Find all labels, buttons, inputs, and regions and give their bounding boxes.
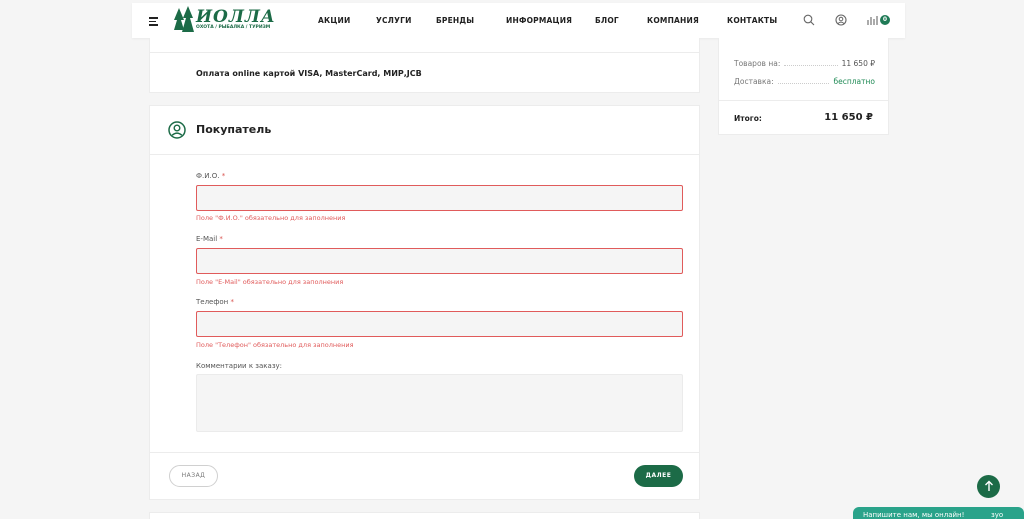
online-chat-widget[interactable]: Напишите нам, мы онлайн! зуо (853, 507, 1024, 519)
menu-icon[interactable] (149, 17, 158, 28)
back-button[interactable]: НАЗАД (169, 465, 218, 487)
divider (150, 452, 699, 453)
chat-extra-text: зуо (991, 511, 1004, 519)
user-icon[interactable] (835, 14, 847, 26)
email-label: E-Mail * (196, 235, 223, 243)
chat-text: Напишите нам, мы онлайн! (863, 511, 965, 519)
tree-icon (174, 6, 194, 32)
buyer-form-card: Покупатель Ф.И.О. * Поле "Ф.И.О." обязат… (149, 105, 700, 500)
fio-input[interactable] (196, 185, 683, 211)
search-icon[interactable] (803, 14, 815, 26)
phone-label: Телефон * (196, 298, 234, 306)
arrow-up-icon (984, 480, 993, 491)
compare-icon[interactable] (866, 14, 878, 26)
section-title: Покупатель (196, 123, 272, 136)
site-header: ИОЛЛА ОХОТА / РЫБАЛКА / ТУРИЗМ АКЦИИ УСЛ… (132, 3, 905, 38)
payment-method-text: Оплата online картой VISA, MasterCard, М… (196, 69, 422, 78)
nav-brands[interactable]: БРЕНДЫ (436, 16, 474, 25)
phone-error: Поле "Телефон" обязательно для заполнени… (196, 341, 354, 349)
cart-count-badge: 0 (880, 15, 890, 25)
nav-information[interactable]: ИНФОРМАЦИЯ (506, 16, 572, 25)
dotted-leader (784, 65, 838, 66)
summary-delivery-label: Доставка: (734, 77, 774, 86)
user-circle-icon (168, 121, 186, 139)
summary-items-value: 11 650 ₽ (841, 59, 875, 68)
scroll-to-top-button[interactable] (977, 475, 1000, 498)
logo-subtitle: ОХОТА / РЫБАЛКА / ТУРИЗМ (196, 25, 271, 30)
comment-textarea[interactable] (196, 374, 683, 432)
summary-items-label: Товаров на: (734, 59, 781, 68)
summary-total-value: 11 650 ₽ (824, 112, 873, 123)
next-section-card (149, 512, 700, 519)
divider (150, 52, 699, 53)
payment-method-card: Оплата online картой VISA, MasterCard, М… (149, 38, 700, 93)
divider (719, 100, 888, 101)
fio-label: Ф.И.О. * (196, 172, 226, 180)
fio-error: Поле "Ф.И.О." обязательно для заполнения (196, 214, 346, 222)
next-button[interactable]: ДАЛЕЕ (634, 465, 683, 487)
email-error: Поле "E-Mail" обязательно для заполнения (196, 278, 344, 286)
dotted-leader (777, 83, 830, 84)
logo[interactable]: ИОЛЛА ОХОТА / РЫБАЛКА / ТУРИЗМ (174, 6, 282, 35)
summary-delivery-value: бесплатно (833, 77, 875, 86)
comment-label: Комментарии к заказу: (196, 362, 283, 370)
email-input[interactable] (196, 248, 683, 274)
summary-total-label: Итого: (734, 114, 762, 123)
order-summary: Товаров на: 11 650 ₽ Доставка: бесплатно… (718, 38, 889, 135)
nav-promotions[interactable]: АКЦИИ (318, 16, 350, 25)
nav-contacts[interactable]: КОНТАКТЫ (727, 16, 777, 25)
summary-items-row: Товаров на: 11 650 ₽ (734, 59, 875, 68)
nav-blog[interactable]: БЛОГ (595, 16, 619, 25)
phone-input[interactable] (196, 311, 683, 337)
summary-delivery-row: Доставка: бесплатно (734, 77, 875, 86)
buyer-header: Покупатель (150, 106, 699, 155)
nav-services[interactable]: УСЛУГИ (376, 16, 412, 25)
logo-text: ИОЛЛА (196, 7, 276, 27)
nav-company[interactable]: КОМПАНИЯ (647, 16, 699, 25)
